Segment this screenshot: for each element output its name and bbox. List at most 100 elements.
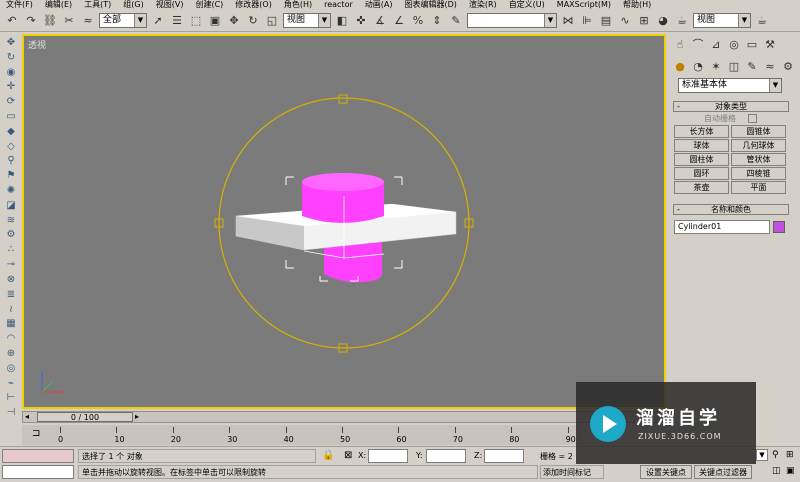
render-scene-icon[interactable]: ☕ <box>674 13 690 29</box>
compound-icon[interactable]: ⊕ <box>3 347 19 360</box>
object-name-input[interactable]: Cylinder01 <box>674 220 770 234</box>
pin-icon[interactable]: ⚲ <box>3 155 19 168</box>
dynamics-icon[interactable]: ◎ <box>3 362 19 375</box>
object-color-swatch[interactable] <box>773 221 785 233</box>
menu-item[interactable]: 角色(H) <box>278 0 318 9</box>
maximize-viewport-icon[interactable]: ▣ <box>786 466 795 476</box>
snap-toggle-icon[interactable]: ∡ <box>372 13 388 29</box>
select-object-icon[interactable]: ➚ <box>150 13 166 29</box>
select-move-icon[interactable]: ✥ <box>226 13 242 29</box>
add-time-tag-button[interactable]: 添加时间标记 <box>540 465 604 479</box>
selection-filter-dropdown[interactable]: 全部 ▼ <box>99 13 147 28</box>
time-slider-thumb[interactable]: 0 / 100 <box>37 412 133 422</box>
helpers-icon[interactable]: ✎ <box>744 58 760 74</box>
bone-icon[interactable]: ⊸ <box>3 258 19 271</box>
rect-selection-icon[interactable]: ⬚ <box>188 13 204 29</box>
menu-item[interactable]: 图表编辑器(D) <box>398 0 462 9</box>
system-icon[interactable]: ⚙ <box>3 229 19 242</box>
select-scale-icon[interactable]: ◱ <box>264 13 280 29</box>
track-bar-icon[interactable]: ⊐ <box>32 428 40 439</box>
y-coord-field[interactable] <box>426 449 466 463</box>
align-icon[interactable]: ⊫ <box>579 13 595 29</box>
spinner-snap-icon[interactable]: ⇕ <box>429 13 445 29</box>
time-prev-icon[interactable]: ◂ <box>25 412 29 421</box>
object-type-button[interactable]: 茶壶 <box>674 181 729 194</box>
camera-icon[interactable]: ◪ <box>3 199 19 212</box>
object-type-rollout[interactable]: - 对象类型 <box>673 101 789 112</box>
menu-item[interactable]: MAXScript(M) <box>551 0 617 9</box>
nurbs-icon[interactable]: ◠ <box>3 332 19 345</box>
zoom-icon[interactable]: ⚲ <box>772 450 779 460</box>
systems-icon[interactable]: ⚙ <box>780 58 796 74</box>
angle-snap-icon[interactable]: ∠ <box>391 13 407 29</box>
object-type-button[interactable]: 管状体 <box>731 153 786 166</box>
object-type-button[interactable]: 四棱锥 <box>731 167 786 180</box>
cloth-icon[interactable]: ≣ <box>3 288 19 301</box>
object-type-button[interactable]: 圆环 <box>674 167 729 180</box>
maxscript-listener-mini[interactable] <box>2 449 74 463</box>
menu-item[interactable]: 修改器(O) <box>229 0 278 9</box>
cameras-icon[interactable]: ◫ <box>726 58 742 74</box>
hair-icon[interactable]: ≀ <box>3 303 19 316</box>
menu-item[interactable]: 自定义(U) <box>503 0 551 9</box>
light-icon[interactable]: ✺ <box>3 184 19 197</box>
x-coord-field[interactable] <box>368 449 408 463</box>
object-type-button[interactable]: 平面 <box>731 181 786 194</box>
maxscript-listener-input[interactable] <box>2 465 74 479</box>
pivot-icon[interactable]: ✛ <box>3 80 19 93</box>
arcball-handle-top[interactable] <box>338 94 348 104</box>
menu-item[interactable]: 帮助(H) <box>617 0 657 9</box>
object-type-button[interactable]: 几何球体 <box>731 139 786 152</box>
menu-item[interactable]: 动画(A) <box>359 0 399 9</box>
measure-icon[interactable]: ⊢ <box>3 392 19 405</box>
geometry-icon[interactable]: ● <box>672 58 688 74</box>
object-type-button[interactable]: 球体 <box>674 139 729 152</box>
percent-snap-icon[interactable]: % <box>410 13 426 29</box>
menu-item[interactable]: 文件(F) <box>0 0 39 9</box>
helper-icon[interactable]: ⚑ <box>3 169 19 182</box>
bind-spacewarp-icon[interactable]: ≈ <box>80 13 96 29</box>
move-icon[interactable]: ✥ <box>3 36 19 49</box>
ref-coord-dropdown[interactable]: 视图 ▼ <box>283 13 331 28</box>
undo-icon[interactable]: ↶ <box>4 13 20 29</box>
tape-icon[interactable]: ⊣ <box>3 406 19 419</box>
z-coord-field[interactable] <box>484 449 524 463</box>
lights-icon[interactable]: ✶ <box>708 58 724 74</box>
key-filters-button[interactable]: 关键点过滤器 <box>694 465 752 479</box>
modify-tab-icon[interactable]: ⌒ <box>690 36 706 52</box>
autogrid-checkbox[interactable] <box>748 114 757 123</box>
window-crossing-icon[interactable]: ▣ <box>207 13 223 29</box>
display-tab-icon[interactable]: ▭ <box>744 36 760 52</box>
perspective-viewport[interactable]: 透视 <box>22 34 666 409</box>
manipulate-icon[interactable]: ✜ <box>353 13 369 29</box>
create-tab-icon[interactable]: ☝ <box>672 36 688 52</box>
set-key-button[interactable]: 设置关键点 <box>640 465 692 479</box>
patch-icon[interactable]: ▦ <box>3 317 19 330</box>
link-icon[interactable]: ⛓ <box>42 13 58 29</box>
menu-item[interactable]: 工具(T) <box>78 0 117 9</box>
fov-icon[interactable]: ◫ <box>772 466 781 476</box>
time-next-icon[interactable]: ▸ <box>135 412 139 421</box>
sphere-icon[interactable]: ◉ <box>3 66 19 79</box>
object-type-button[interactable]: 长方体 <box>674 125 729 138</box>
menu-item[interactable]: reactor <box>318 0 359 9</box>
object-type-button[interactable]: 圆柱体 <box>674 153 729 166</box>
unlink-icon[interactable]: ✂ <box>61 13 77 29</box>
screen-icon[interactable]: ▭ <box>3 110 19 123</box>
time-ruler[interactable]: ⊐ 0 10 20 30 40 50 60 70 80 90 <box>22 425 582 445</box>
blend-icon[interactable]: ⊗ <box>3 273 19 286</box>
spacewarps-icon[interactable]: ≈ <box>762 58 778 74</box>
render-view-dropdown[interactable]: 视图 ▼ <box>693 13 751 28</box>
named-selection-dropdown[interactable]: ▼ <box>467 13 557 28</box>
menu-item[interactable]: 视图(V) <box>150 0 190 9</box>
rotate-icon[interactable]: ↻ <box>3 51 19 64</box>
utilities-tab-icon[interactable]: ⚒ <box>762 36 778 52</box>
redo-icon[interactable]: ↷ <box>23 13 39 29</box>
object-type-button[interactable]: 圆锥体 <box>731 125 786 138</box>
chevron-down-icon[interactable]: ▼ <box>756 449 768 461</box>
shape-icon[interactable]: ◇ <box>3 140 19 153</box>
layer-manager-icon[interactable]: ▤ <box>598 13 614 29</box>
plane-icon[interactable]: ◆ <box>3 125 19 138</box>
menu-item[interactable]: 渲染(R) <box>463 0 503 9</box>
mirror-icon[interactable]: ⋈ <box>560 13 576 29</box>
